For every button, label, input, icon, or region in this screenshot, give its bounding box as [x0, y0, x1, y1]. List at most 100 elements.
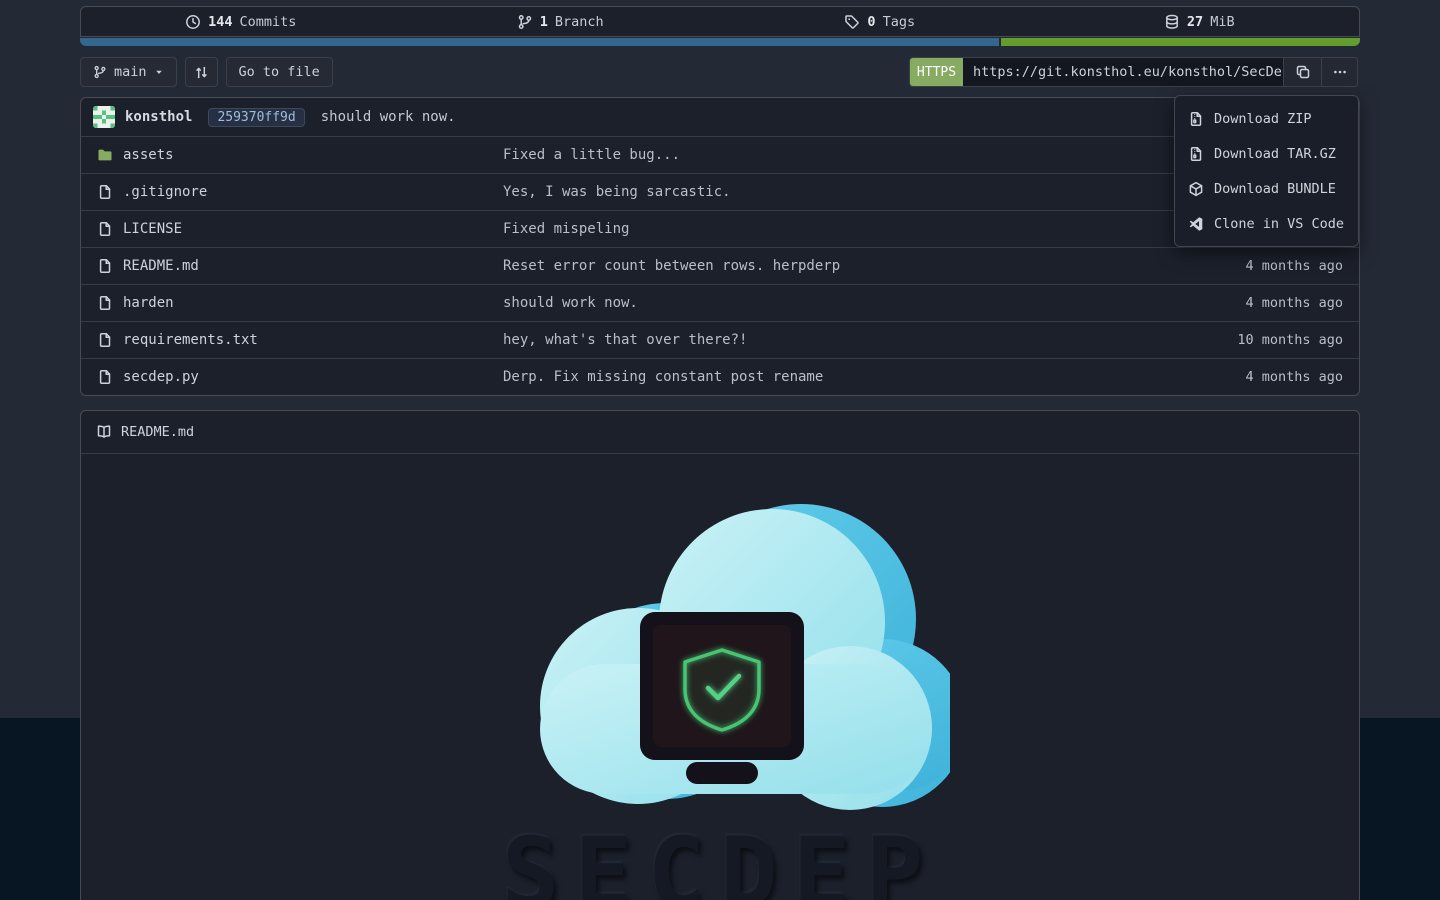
file-commit-message-link[interactable]: Fixed mispeling: [503, 221, 1213, 237]
tags-label: Tags: [883, 14, 916, 30]
go-to-file-button[interactable]: Go to file: [226, 57, 333, 87]
file-zip-icon: [1188, 111, 1204, 127]
stat-commits[interactable]: 144 Commits: [81, 14, 401, 30]
readme-content: SECDEP: [81, 454, 1359, 900]
package-icon: [1188, 181, 1204, 197]
clone-url-input[interactable]: https://git.konsthol.eu/konsthol/SecDep.…: [963, 58, 1283, 86]
branch-selector-button[interactable]: main: [80, 57, 177, 87]
file-name-link[interactable]: requirements.txt: [123, 332, 503, 348]
file-commit-message-link[interactable]: Fixed a little bug...: [503, 147, 1213, 163]
menu-item[interactable]: Download ZIP: [1175, 101, 1358, 136]
table-row[interactable]: assets Fixed a little bug...: [81, 136, 1359, 173]
file-name-link[interactable]: harden: [123, 295, 503, 311]
tags-count: 0: [867, 14, 875, 30]
size-count: 27: [1187, 14, 1203, 30]
database-icon: [1164, 14, 1180, 30]
file-commit-date: 4 months ago: [1213, 258, 1343, 274]
table-row[interactable]: README.md Reset error count between rows…: [81, 247, 1359, 284]
latest-commit-message[interactable]: should work now.: [321, 109, 456, 125]
vscode-icon: [1188, 216, 1204, 232]
stat-branches[interactable]: 1 Branch: [401, 14, 721, 30]
menu-item-label: Download BUNDLE: [1214, 181, 1336, 197]
menu-item[interactable]: Download TAR.GZ: [1175, 136, 1358, 171]
readme-panel: README.md: [80, 410, 1360, 900]
file-commit-date: 4 months ago: [1213, 295, 1343, 311]
arrow-switch-icon: [194, 65, 209, 80]
language-segment-2: [1001, 38, 1360, 46]
menu-item-label: Download ZIP: [1214, 111, 1312, 127]
file-name-link[interactable]: README.md: [123, 258, 503, 274]
book-icon: [96, 424, 112, 440]
table-row[interactable]: LICENSE Fixed mispeling: [81, 210, 1359, 247]
stat-tags[interactable]: 0 Tags: [720, 14, 1040, 30]
branches-label: Branch: [555, 14, 604, 30]
latest-commit-row: konsthol 259370ff9d should work now.: [81, 98, 1359, 136]
file-zip-icon: [1188, 146, 1204, 162]
repo-page: 144 Commits 1 Branch 0 Tags 27 MiB main: [80, 6, 1360, 900]
language-bar[interactable]: [80, 38, 1360, 46]
https-label: HTTPS: [917, 65, 956, 80]
size-label: MiB: [1210, 14, 1234, 30]
files-panel: konsthol 259370ff9d should work now. ass…: [80, 97, 1360, 396]
file-commit-date: 10 months ago: [1213, 332, 1343, 348]
file-icon: [97, 221, 113, 237]
file-name-link[interactable]: assets: [123, 147, 503, 163]
readme-title: README.md: [121, 424, 194, 440]
commits-label: Commits: [239, 14, 296, 30]
table-row[interactable]: .gitignore Yes, I was being sarcastic.: [81, 173, 1359, 210]
file-icon: [97, 184, 113, 200]
repo-toolbar: main Go to file HTTPS https://git.konsth…: [80, 57, 1360, 87]
language-segment-1: [80, 38, 999, 46]
branches-count: 1: [540, 14, 548, 30]
stat-size[interactable]: 27 MiB: [1040, 14, 1360, 30]
file-commit-date: 4 months ago: [1213, 369, 1343, 385]
chevron-down-icon: [154, 67, 164, 77]
cloud-shield-illustration: [490, 504, 950, 814]
branch-icon: [93, 65, 107, 79]
menu-item[interactable]: Download BUNDLE: [1175, 171, 1358, 206]
clock-icon: [185, 14, 201, 30]
logo-wordmark: SECDEP: [490, 830, 950, 900]
branch-name: main: [114, 64, 147, 80]
table-row[interactable]: requirements.txt hey, what's that over t…: [81, 321, 1359, 358]
commits-count: 144: [208, 14, 232, 30]
ellipsis-icon: [1332, 64, 1348, 80]
tag-icon: [844, 14, 860, 30]
commit-author[interactable]: konsthol: [125, 109, 192, 125]
menu-item-label: Download TAR.GZ: [1214, 146, 1336, 162]
compare-branches-button[interactable]: [185, 57, 218, 87]
file-commit-message-link[interactable]: should work now.: [503, 295, 1213, 311]
file-list: assets Fixed a little bug... .gitignore …: [81, 136, 1359, 395]
copy-url-button[interactable]: [1283, 58, 1321, 86]
https-protocol-button[interactable]: HTTPS: [910, 58, 963, 86]
menu-item[interactable]: Clone in VS Code: [1175, 206, 1358, 241]
file-commit-message-link[interactable]: Yes, I was being sarcastic.: [503, 184, 1213, 200]
file-icon: [97, 369, 113, 385]
file-icon: [97, 332, 113, 348]
table-row[interactable]: secdep.py Derp. Fix missing constant pos…: [81, 358, 1359, 395]
file-commit-message-link[interactable]: Derp. Fix missing constant post rename: [503, 369, 1213, 385]
copy-icon: [1295, 64, 1311, 80]
file-icon: [97, 258, 113, 274]
folder-icon: [97, 147, 113, 163]
table-row[interactable]: harden should work now. 4 months ago: [81, 284, 1359, 321]
avatar[interactable]: [93, 106, 115, 128]
repo-stats-bar: 144 Commits 1 Branch 0 Tags 27 MiB: [80, 6, 1360, 37]
file-name-link[interactable]: secdep.py: [123, 369, 503, 385]
commit-hash-badge[interactable]: 259370ff9d: [208, 108, 304, 127]
file-name-link[interactable]: .gitignore: [123, 184, 503, 200]
readme-header[interactable]: README.md: [81, 411, 1359, 454]
file-commit-message-link[interactable]: hey, what's that over there?!: [503, 332, 1213, 348]
menu-item-label: Clone in VS Code: [1214, 216, 1344, 232]
secdep-logo: SECDEP: [490, 504, 950, 900]
clone-panel: HTTPS https://git.konsthol.eu/konsthol/S…: [909, 57, 1358, 87]
file-name-link[interactable]: LICENSE: [123, 221, 503, 237]
branch-icon: [517, 14, 533, 30]
clone-url-value: https://git.konsthol.eu/konsthol/SecDep.…: [973, 64, 1283, 80]
clone-dropdown-menu: Download ZIP Download TAR.GZ Download BU…: [1174, 95, 1359, 247]
file-icon: [97, 295, 113, 311]
more-actions-button[interactable]: [1321, 58, 1357, 86]
go-to-file-label: Go to file: [239, 64, 320, 80]
identicon: [93, 106, 115, 128]
file-commit-message-link[interactable]: Reset error count between rows. herpderp: [503, 258, 1213, 274]
